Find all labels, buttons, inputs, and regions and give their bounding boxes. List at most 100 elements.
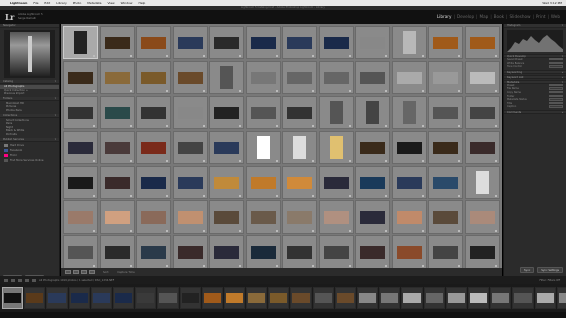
- control-field[interactable]: [549, 98, 563, 101]
- filmstrip-item[interactable]: [467, 287, 490, 309]
- control-field[interactable]: [549, 87, 563, 90]
- grid-cell[interactable]: [245, 165, 281, 199]
- thumbnail-image[interactable]: [68, 211, 93, 224]
- grid-cell[interactable]: [428, 235, 464, 268]
- grid-cell[interactable]: [99, 235, 135, 268]
- thumbnail-image[interactable]: [68, 246, 93, 259]
- filmstrip-item[interactable]: [357, 287, 379, 309]
- display-1-icon[interactable]: [4, 278, 8, 282]
- control-field[interactable]: [549, 94, 563, 97]
- catalog-row-previous-import[interactable]: Previous Import: [0, 92, 59, 96]
- thumbnail-image[interactable]: [68, 176, 93, 189]
- filmstrip-item[interactable]: [290, 287, 312, 309]
- thumbnail-image[interactable]: [360, 141, 386, 154]
- thumbnail-image[interactable]: [177, 211, 203, 224]
- thumbnail-image[interactable]: [141, 37, 167, 50]
- thumbnail-image[interactable]: [68, 141, 93, 154]
- thumbnail-image[interactable]: [323, 71, 349, 85]
- thumbnail-image[interactable]: [287, 176, 313, 189]
- module-slideshow[interactable]: Slideshow: [507, 14, 532, 19]
- grid-cell[interactable]: [99, 130, 135, 164]
- quick-develop-header[interactable]: Quick Develop ▾: [504, 54, 566, 58]
- module-print[interactable]: Print: [534, 14, 548, 19]
- grid-cell[interactable]: [355, 165, 391, 199]
- thumbnail-image[interactable]: [250, 211, 276, 224]
- grid-cell[interactable]: [282, 95, 318, 130]
- module-web[interactable]: Web: [549, 14, 562, 19]
- thumbnail-image[interactable]: [396, 141, 422, 154]
- thumbnail-image[interactable]: [74, 31, 87, 55]
- grid-cell[interactable]: [391, 200, 427, 234]
- thumbnail-image[interactable]: [68, 106, 93, 120]
- thumbnail-image[interactable]: [433, 71, 459, 85]
- thumbnail-image[interactable]: [141, 141, 167, 154]
- grid-cell[interactable]: [245, 200, 281, 234]
- grid-cell[interactable]: [209, 60, 245, 95]
- grid-cell[interactable]: [428, 60, 464, 95]
- grid-cell[interactable]: [136, 165, 172, 199]
- control-dropdown[interactable]: [549, 65, 563, 68]
- thumbnail-image[interactable]: [433, 141, 459, 154]
- thumbnail-image[interactable]: [141, 71, 167, 85]
- back-arrow-icon[interactable]: [25, 278, 29, 282]
- filmstrip-item[interactable]: [534, 287, 556, 309]
- grid-cell[interactable]: [172, 235, 208, 268]
- thumbnail-image[interactable]: [250, 176, 276, 189]
- grid-view-icon[interactable]: [65, 270, 71, 274]
- thumbnail-image[interactable]: [250, 246, 276, 259]
- thumbnail-image[interactable]: [323, 246, 349, 259]
- control-field[interactable]: [549, 90, 563, 94]
- collapse-triangle-icon[interactable]: ▾: [562, 24, 563, 28]
- thumbnail-image[interactable]: [470, 246, 495, 259]
- thumbnail-image[interactable]: [214, 37, 240, 50]
- publish-row-find-more[interactable]: Find More Services Online: [0, 158, 59, 163]
- sync-settings-button[interactable]: Sync Settings: [537, 267, 563, 273]
- grid-cell[interactable]: [245, 26, 281, 60]
- control-field[interactable]: [549, 101, 563, 105]
- filmstrip-item[interactable]: [268, 287, 290, 309]
- sync-button[interactable]: Sync: [520, 267, 535, 273]
- histogram-header[interactable]: Histogram ▾: [504, 24, 566, 28]
- filmstrip-item[interactable]: [223, 287, 246, 309]
- forward-arrow-icon[interactable]: [32, 278, 36, 282]
- thumbnail-image[interactable]: [104, 246, 130, 259]
- thumbnail-image[interactable]: [250, 37, 276, 50]
- grid-cell[interactable]: [245, 95, 281, 130]
- filmstrip-item[interactable]: [2, 287, 24, 309]
- grid-cell[interactable]: [209, 200, 245, 234]
- grid-cell[interactable]: [282, 26, 318, 60]
- filmstrip-item[interactable]: [445, 287, 467, 309]
- grid-cell[interactable]: [172, 200, 208, 234]
- thumbnail-image[interactable]: [214, 141, 240, 154]
- filmstrip-item[interactable]: [423, 287, 445, 309]
- thumbnail-image[interactable]: [141, 176, 167, 189]
- grid-cell[interactable]: [465, 200, 500, 234]
- grid-cell[interactable]: [318, 95, 354, 130]
- folder-row[interactable]: Photos Paris: [0, 109, 59, 113]
- grid-cell[interactable]: [465, 165, 500, 199]
- grid-cell[interactable]: [355, 95, 391, 130]
- grid-cell[interactable]: [99, 60, 135, 95]
- collapse-triangle-icon[interactable]: ▾: [562, 55, 563, 59]
- grid-cell[interactable]: [209, 165, 245, 199]
- grid-cell[interactable]: [63, 200, 98, 234]
- grid-cell[interactable]: [136, 26, 172, 60]
- grid-cell[interactable]: [465, 130, 500, 164]
- collapse-triangle-icon[interactable]: ◂: [562, 111, 563, 115]
- grid-cell[interactable]: [282, 200, 318, 234]
- filter-control[interactable]: Filter: Filters Off: [539, 279, 560, 282]
- grid-cell[interactable]: [465, 26, 500, 60]
- thumbnail-image[interactable]: [104, 176, 130, 189]
- grid-cell[interactable]: [428, 130, 464, 164]
- grid-cell[interactable]: [428, 95, 464, 130]
- thumbnail-image[interactable]: [141, 211, 167, 224]
- filmstrip-item[interactable]: [401, 287, 423, 309]
- thumbnail-image[interactable]: [141, 106, 167, 120]
- grid-cell[interactable]: [209, 235, 245, 268]
- filmstrip-item[interactable]: [312, 287, 334, 309]
- metadata-header[interactable]: Metadata ▾: [504, 79, 566, 84]
- grid-cell[interactable]: [99, 165, 135, 199]
- grid-cell[interactable]: [428, 26, 464, 60]
- grid-cell[interactable]: [355, 130, 391, 164]
- grid-cell[interactable]: [355, 60, 391, 95]
